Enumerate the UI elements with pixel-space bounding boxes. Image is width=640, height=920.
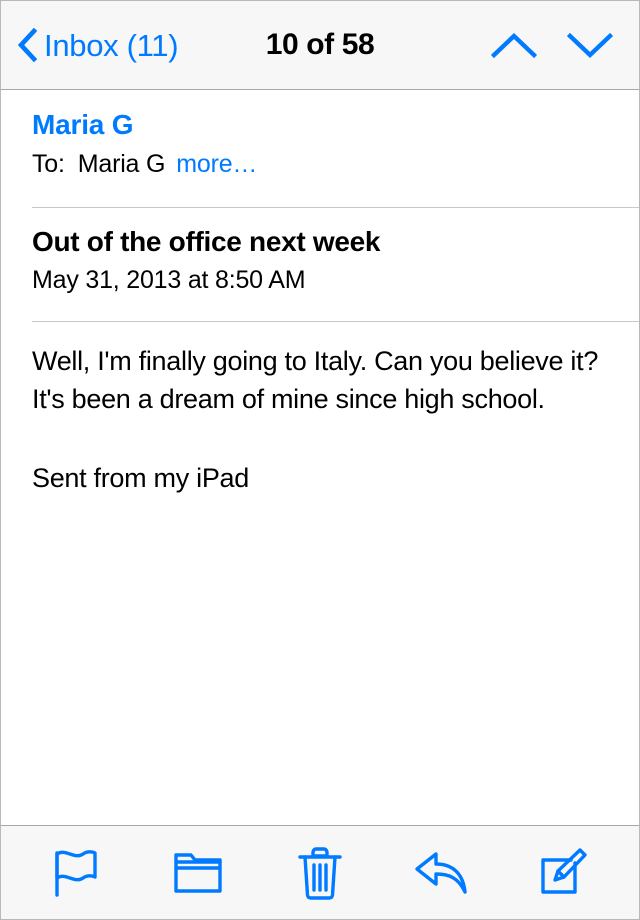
message-body-text: Well, I'm finally going to Italy. Can yo… — [32, 345, 606, 415]
recipient-label: To: — [32, 150, 65, 179]
back-to-inbox-button[interactable]: Inbox (11) — [17, 27, 179, 63]
message-signature: Sent from my iPad — [32, 463, 249, 494]
message-date: May 31, 2013 at 8:50 AM — [32, 265, 306, 294]
chevron-up-icon — [491, 32, 537, 59]
compose-button[interactable] — [525, 838, 603, 908]
delete-button[interactable] — [281, 838, 359, 908]
flag-button[interactable] — [37, 838, 115, 908]
message-action-toolbar — [1, 825, 639, 919]
mail-message-window: Inbox (11) 10 of 58 Maria G To: Maria G — [0, 0, 640, 920]
move-to-folder-button[interactable] — [159, 838, 237, 908]
navigation-bar: Inbox (11) 10 of 58 — [1, 1, 639, 90]
message-subject: Out of the office next week — [32, 226, 381, 258]
reply-icon — [415, 851, 467, 894]
compose-icon — [541, 847, 587, 894]
previous-message-button[interactable] — [491, 25, 537, 65]
more-details-link[interactable]: more… — [176, 149, 257, 179]
message-header: Maria G To: Maria G more… — [1, 90, 639, 179]
sender-name[interactable]: Maria G — [32, 109, 134, 141]
recipient-name[interactable]: Maria G — [78, 149, 166, 179]
flag-icon — [55, 849, 97, 897]
subject-block: Out of the office next week May 31, 2013… — [1, 208, 639, 295]
message-navigation-arrows — [491, 25, 613, 65]
message-body: Well, I'm finally going to Italy. Can yo… — [1, 322, 639, 498]
next-message-button[interactable] — [567, 25, 613, 65]
folder-icon — [174, 852, 222, 893]
chevron-left-icon — [17, 28, 37, 62]
back-button-label: Inbox (11) — [44, 27, 179, 63]
reply-button[interactable] — [403, 838, 481, 908]
message-content-area[interactable]: Maria G To: Maria G more… Out of the off… — [1, 90, 639, 825]
trash-icon — [298, 846, 342, 900]
chevron-down-icon — [567, 32, 613, 59]
recipient-row: To: Maria G more… — [32, 149, 639, 179]
